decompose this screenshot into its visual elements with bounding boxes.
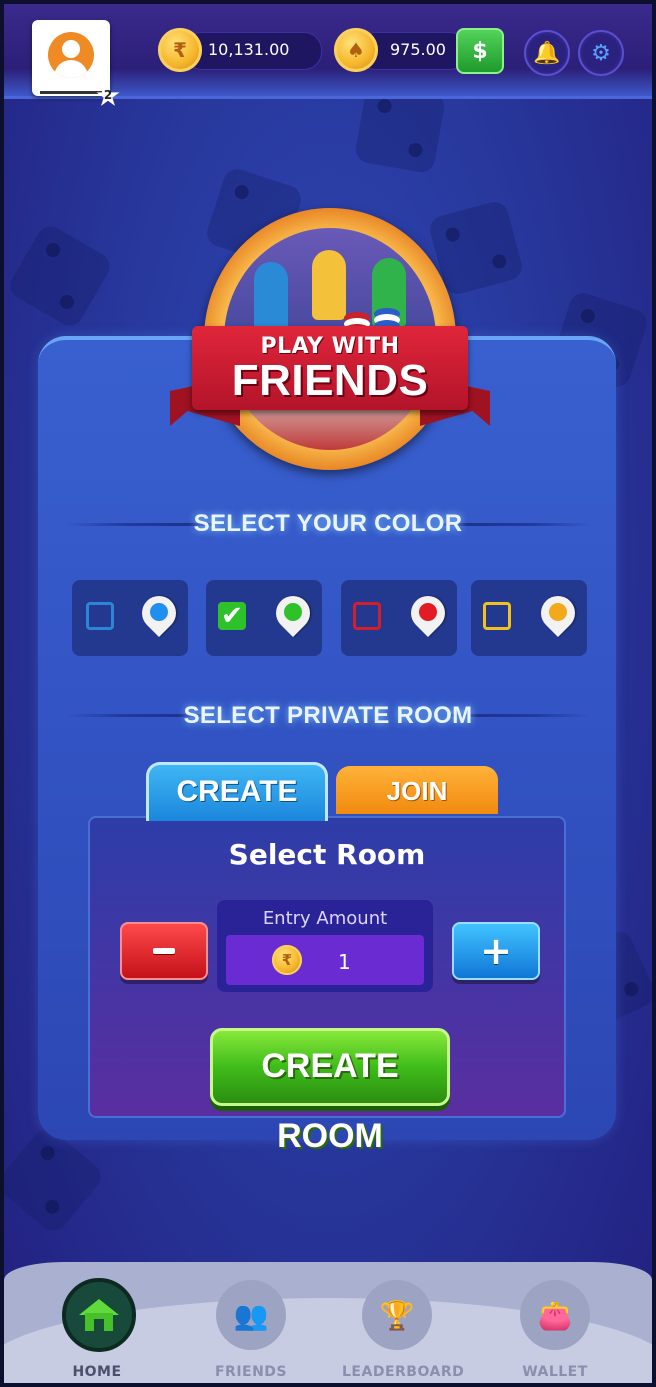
home-icon (62, 1278, 136, 1352)
check-icon: ✔ (221, 601, 243, 631)
select-private-room-title: SELECT PRIVATE ROOM (183, 702, 473, 729)
nav-wallet-label: WALLET (522, 1364, 588, 1380)
settings-button[interactable]: ⚙ (578, 30, 624, 76)
logo-ribbon: PLAY WITH FRIENDS (192, 326, 468, 410)
notification-button[interactable]: 🔔 (524, 30, 570, 76)
color-checkbox-red[interactable] (353, 602, 381, 630)
select-room-title: Select Room (228, 838, 426, 871)
tab-join[interactable]: JOIN (336, 766, 498, 814)
nav-home-label: HOME (72, 1364, 122, 1380)
color-option-blue[interactable] (72, 580, 188, 656)
rupee-balance: 10,131.00 (208, 40, 290, 59)
leaderboard-icon: 🏆 (362, 1280, 432, 1350)
nav-wallet[interactable]: 👛 WALLET (500, 1272, 610, 1382)
decrease-amount-button[interactable] (120, 922, 208, 980)
entry-amount-label: Entry Amount (262, 908, 388, 929)
color-option-yellow[interactable] (471, 580, 587, 656)
level-badge: 2 (103, 88, 113, 102)
entry-amount-value: 1 (338, 950, 351, 974)
chip-coin-icon: ♠ (334, 28, 378, 72)
logo-line2: FRIENDS (231, 356, 429, 405)
blue-pin-icon (134, 588, 184, 640)
chip-balance: 975.00 (390, 40, 446, 59)
color-checkbox-green[interactable]: ✔ (218, 601, 246, 631)
friends-icon: 👥 (216, 1280, 286, 1350)
play-with-friends-logo: PLAY WITH FRIENDS (170, 206, 490, 476)
bell-icon: 🔔 (533, 40, 561, 66)
create-room-button[interactable]: CREATE ROOM (210, 1028, 450, 1155)
tab-create[interactable]: CREATE (146, 762, 328, 821)
avatar[interactable] (32, 20, 110, 96)
select-color-title: SELECT YOUR COLOR (193, 510, 463, 537)
yellow-pin-icon (533, 588, 583, 640)
cash-icon: $ (472, 38, 488, 64)
rupee-coin-icon: ₹ (272, 945, 302, 975)
background-dice (0, 1123, 107, 1237)
rupee-coin-icon: ₹ (158, 28, 202, 72)
add-cash-button[interactable]: $ (456, 28, 504, 74)
nav-friends[interactable]: 👥 FRIENDS (196, 1272, 306, 1382)
green-pin-icon (268, 588, 318, 640)
color-option-red[interactable] (341, 580, 457, 656)
color-checkbox-blue[interactable] (86, 602, 114, 630)
increase-amount-button[interactable]: + (452, 922, 540, 980)
red-pin-icon (403, 588, 453, 640)
nav-friends-label: FRIENDS (214, 1364, 288, 1380)
nav-leaderboard[interactable]: 🏆 LEADERBOARD (342, 1272, 465, 1382)
nav-home[interactable]: HOME (42, 1272, 152, 1382)
entry-amount-field[interactable] (226, 935, 424, 985)
plus-icon: + (480, 929, 512, 973)
background-dice (5, 221, 115, 331)
wallet-icon: 👛 (520, 1280, 590, 1350)
minus-icon (153, 948, 175, 954)
avatar-icon (48, 32, 94, 78)
color-checkbox-yellow[interactable] (483, 602, 511, 630)
gear-icon: ⚙ (591, 40, 611, 66)
color-option-green[interactable]: ✔ (206, 580, 322, 656)
nav-leaderboard-label: LEADERBOARD (342, 1364, 465, 1380)
